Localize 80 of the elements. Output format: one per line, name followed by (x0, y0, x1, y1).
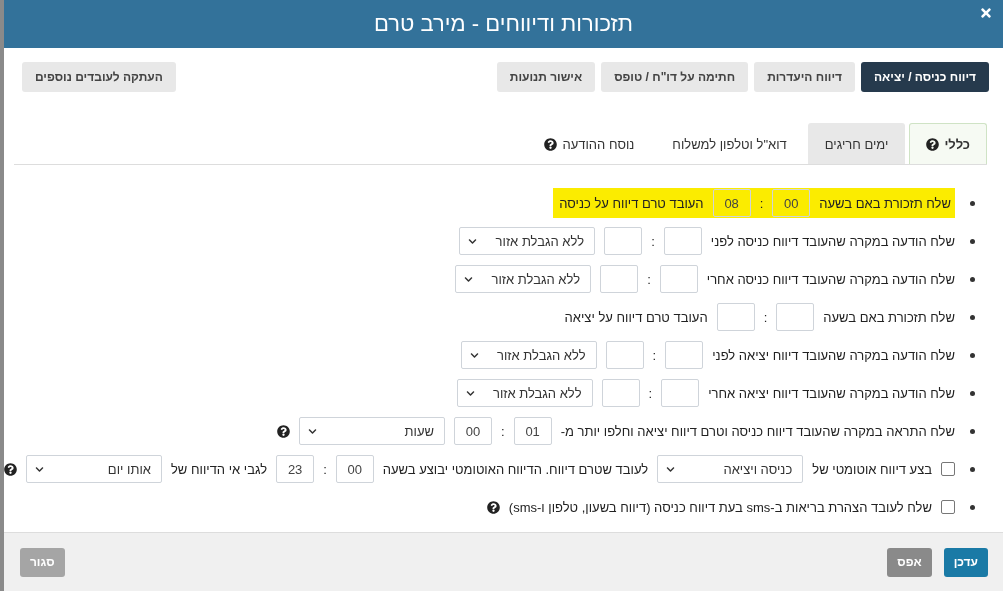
section-button[interactable]: אישור תנועות (496, 62, 596, 92)
dropdown[interactable]: אותו יום (25, 455, 162, 483)
row-text: : (651, 233, 655, 249)
time-input[interactable] (663, 227, 702, 255)
bullet (970, 238, 975, 244)
time-input[interactable]: 08 (712, 189, 751, 217)
section-button[interactable]: דיווח היעדרות (754, 62, 855, 92)
dropdown[interactable]: ללא הגבלת אזור (459, 227, 596, 255)
time-input[interactable]: 00 (454, 417, 492, 445)
bullet (970, 504, 975, 510)
bullet (970, 352, 975, 358)
close-button[interactable] (979, 6, 993, 20)
row-text: : (763, 309, 768, 325)
dropdown[interactable]: ללא הגבלת אזור (456, 379, 593, 407)
section-button[interactable]: דיווח כניסה / יציאה (861, 62, 989, 92)
bullet (970, 466, 975, 472)
row-text: שלח תזכורת באם בשעה (823, 309, 955, 325)
section-button[interactable]: חתימה על דו"ח / טופס (601, 62, 749, 92)
time-input[interactable] (600, 265, 639, 293)
chevron-down-icon (465, 388, 475, 398)
time-input[interactable] (776, 303, 815, 331)
time-input[interactable] (605, 341, 644, 369)
row-text: בצע דיווח אוטומטי של (812, 461, 932, 477)
help-icon[interactable] (544, 137, 558, 151)
bullet (970, 390, 975, 396)
row-text: לגבי אי הדיווח של (170, 461, 268, 477)
tab[interactable]: ימים חריגים (807, 123, 906, 164)
row-text: שלח הודעה במקרה שהעובד דיווח יציאה אחרי (708, 385, 955, 401)
row-text: : (648, 385, 653, 401)
row-text: לעובד שטרם דיווח. הדיווח האוטומטי יבוצע בשעה (382, 461, 649, 477)
chevron-down-icon (34, 464, 44, 474)
time-input[interactable] (661, 379, 700, 407)
row-text: : (652, 347, 657, 363)
dropdown[interactable]: ללא הגבלת אזור (460, 341, 597, 369)
row-text: העובד טרם דיווח על כניסה (559, 195, 704, 211)
row-text: : (323, 461, 327, 477)
window-title: תזכורות ודיווחים - מירב טרם (374, 11, 633, 37)
chevron-down-icon (464, 274, 474, 284)
help-icon[interactable] (3, 462, 17, 476)
dropdown[interactable]: כניסה ויציאה (657, 455, 804, 483)
chevron-down-icon (469, 350, 479, 360)
chevron-down-icon (468, 236, 478, 246)
bullet (970, 428, 975, 434)
help-icon[interactable] (926, 137, 940, 151)
dropdown[interactable]: שעות (299, 417, 445, 445)
time-input[interactable] (716, 303, 755, 331)
time-input[interactable] (665, 341, 704, 369)
time-input[interactable]: 23 (276, 455, 315, 483)
row-text: שלח הודעה במקרה שהעובד דיווח כניסה לפני (710, 233, 955, 249)
help-icon[interactable] (277, 424, 290, 438)
time-input[interactable]: 00 (772, 189, 811, 217)
dropdown[interactable]: ללא הגבלת אזור (455, 265, 592, 293)
close-icon (979, 6, 993, 20)
time-input[interactable] (601, 379, 640, 407)
checkbox[interactable] (941, 500, 955, 514)
bullet (970, 200, 975, 206)
row-text: שלח תזכורת באם בשעה (819, 195, 951, 211)
bullet (970, 276, 975, 282)
time-input[interactable]: 00 (335, 455, 374, 483)
chevron-down-icon (666, 464, 676, 474)
time-input[interactable] (604, 227, 643, 255)
checkbox[interactable] (941, 462, 955, 476)
row-text: : (647, 271, 651, 287)
help-icon[interactable] (486, 500, 500, 514)
row-text: שלח הודעה במקרה שהעובד דיווח יציאה לפני (712, 347, 955, 363)
row-text: : (501, 423, 505, 439)
row-text: : (759, 195, 764, 211)
row-text: שלח התראה במקרה שהעובד דיווח כניסה וטרם דיווח יציאה וחלפו יותר מ- (560, 423, 955, 439)
row-text: העובד טרם דיווח על יציאה (564, 309, 708, 325)
chevron-down-icon (308, 426, 317, 436)
update-button[interactable]: עדכן (943, 547, 988, 577)
time-input[interactable]: 01 (513, 417, 552, 445)
row-text: שלח לעובד הצהרת בריאות ב-sms בעת דיווח כניסה (דיווח בשעון, טלפון ו-sms) (508, 499, 932, 515)
tab[interactable]: נוסח ההודעה (527, 123, 652, 164)
row-text: שלח הודעה במקרה שהעובד דיווח כניסה אחרי (706, 271, 955, 287)
bullet (970, 314, 975, 320)
tab[interactable]: דוא"ל וטלפון למשלוח (655, 123, 804, 164)
copy-button[interactable]: העתקה לעובדים נוספים (21, 62, 176, 92)
time-input[interactable] (659, 265, 698, 293)
tab[interactable]: כללי (909, 123, 987, 164)
